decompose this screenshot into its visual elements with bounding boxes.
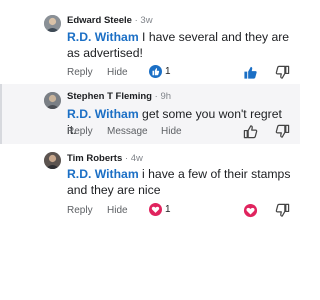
hide-button[interactable]: Hide <box>107 66 128 80</box>
author-name[interactable]: Stephen T Fleming <box>67 91 152 102</box>
highlight-bar <box>0 84 2 144</box>
comment-actions: Reply Message Hide <box>67 124 300 139</box>
author-name[interactable]: Edward Steele <box>67 15 132 26</box>
mention-link[interactable]: R.D. Witham <box>67 167 139 181</box>
thumbs-up-icon <box>149 65 162 78</box>
heart-react-icon[interactable] <box>243 203 258 218</box>
reply-button[interactable]: Reply <box>67 66 93 80</box>
like-icon[interactable] <box>243 65 258 80</box>
avatar[interactable] <box>44 152 61 169</box>
hide-button[interactable]: Hide <box>107 204 128 218</box>
avatar[interactable] <box>44 92 61 109</box>
timestamp: 4w <box>130 153 143 164</box>
mention-link[interactable]: R.D. Witham <box>67 107 139 121</box>
comment-actions: Reply Hide 1 <box>67 203 300 218</box>
timestamp: 9h <box>160 91 172 102</box>
like-icon[interactable] <box>243 124 258 139</box>
avatar[interactable] <box>44 15 61 32</box>
author-name[interactable]: Tim Roberts <box>67 153 122 164</box>
reaction-count: 1 <box>165 66 171 77</box>
comment-item: Stephen T Fleming · 9h R.D. Witham get s… <box>0 84 300 144</box>
dislike-icon[interactable] <box>275 65 290 80</box>
reply-button[interactable]: Reply <box>67 125 93 139</box>
reply-button[interactable]: Reply <box>67 204 93 218</box>
message-button[interactable]: Message <box>107 125 148 139</box>
comment-text: R.D. Witham i have a few of their stamps… <box>67 166 293 198</box>
comment-item: Edward Steele · 3w R.D. Witham I have se… <box>0 6 300 86</box>
hide-button[interactable]: Hide <box>161 125 182 139</box>
comment-header: Tim Roberts · 4w <box>67 153 143 164</box>
separator-dot: · <box>134 15 138 26</box>
separator-dot: · <box>124 153 129 164</box>
reaction-summary[interactable]: 1 <box>149 203 171 216</box>
comment-text: R.D. Witham I have several and they are … <box>67 29 293 61</box>
timestamp: 3w <box>140 15 153 26</box>
comment-header: Stephen T Fleming · 9h <box>67 91 171 102</box>
reaction-summary[interactable]: 1 <box>149 65 171 78</box>
separator-dot: · <box>154 91 158 102</box>
reaction-count: 1 <box>165 204 171 215</box>
heart-icon <box>149 203 162 216</box>
mention-link[interactable]: R.D. Witham <box>67 30 139 44</box>
comment-item: Tim Roberts · 4w R.D. Witham i have a fe… <box>0 146 300 220</box>
comment-header: Edward Steele · 3w <box>67 15 153 26</box>
comment-actions: Reply Hide 1 <box>67 65 300 80</box>
dislike-icon[interactable] <box>275 124 290 139</box>
dislike-icon[interactable] <box>275 203 290 218</box>
